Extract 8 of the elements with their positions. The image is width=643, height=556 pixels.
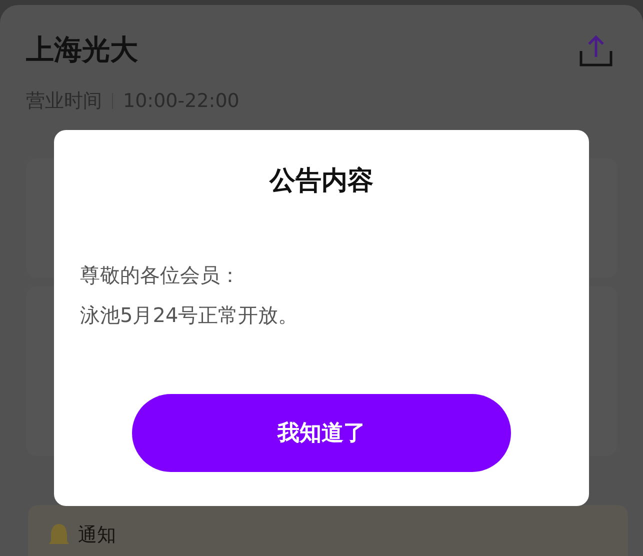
confirm-button[interactable]: 我知道了 <box>132 394 511 472</box>
announcement-text: 尊敬的各位会员： <box>80 262 241 289</box>
announcement-text: 泳池5月24号正常开放。 <box>80 302 300 329</box>
share-icon[interactable] <box>579 33 613 67</box>
dialog-title: 公告内容 <box>268 165 374 198</box>
store-title: 上海光大 <box>26 33 138 67</box>
bell-icon <box>48 523 70 547</box>
notice-label: 通知 <box>78 522 116 548</box>
